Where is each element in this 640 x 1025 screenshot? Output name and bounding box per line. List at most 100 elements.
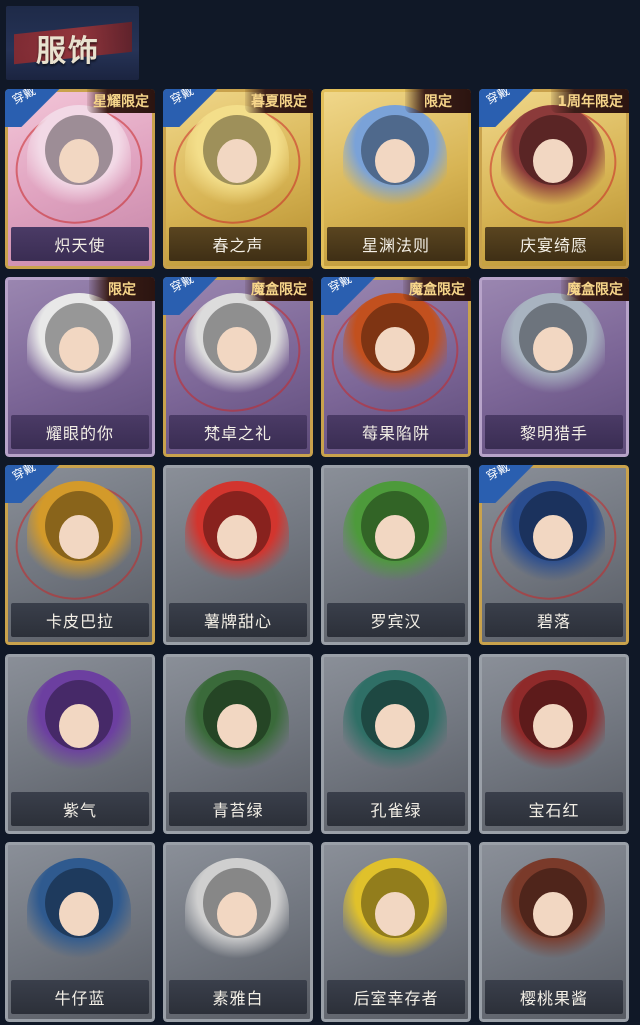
costume-name: 耀眼的你: [45, 424, 114, 443]
costume-name: 莓果陷阱: [361, 424, 430, 443]
limited-badge: 魔盒限定: [403, 277, 471, 301]
costume-card[interactable]: 穿戴卡皮巴拉: [5, 465, 155, 645]
costume-name-bar: 紫气: [11, 792, 149, 826]
character-portrait: [343, 481, 447, 591]
equipped-badge-text: 穿戴: [483, 89, 512, 108]
character-portrait: [343, 105, 447, 215]
limited-badge-text: 魔盒限定: [409, 282, 465, 298]
equipped-badge-text: 穿戴: [9, 89, 38, 108]
equipped-badge-text: 穿戴: [9, 465, 38, 484]
costume-name-bar: 星渊法则: [327, 227, 465, 261]
costume-name-bar: 梵卓之礼: [169, 415, 307, 449]
limited-badge: 星耀限定: [87, 89, 155, 113]
costume-card[interactable]: 素雅白: [163, 842, 313, 1022]
costume-card[interactable]: 魔盒限定黎明猎手: [479, 277, 629, 457]
costume-name-bar: 庆宴绮愿: [485, 227, 623, 261]
costume-name: 碧落: [536, 612, 571, 631]
costume-name: 春之声: [212, 236, 264, 255]
character-portrait: [501, 293, 605, 403]
costume-name: 星渊法则: [361, 236, 430, 255]
costume-card[interactable]: 暮夏限定 穿戴春之声: [163, 89, 313, 269]
equipped-badge: 穿戴: [321, 277, 381, 315]
character-portrait: [501, 858, 605, 968]
equipped-badge-text: 穿戴: [325, 277, 354, 296]
equipped-badge: 穿戴: [5, 89, 65, 127]
costume-card[interactable]: 魔盒限定 穿戴莓果陷阱: [321, 277, 471, 457]
costume-name: 樱桃果酱: [519, 989, 588, 1008]
limited-badge-text: 1周年限定: [557, 94, 623, 110]
costume-name-bar: 薯牌甜心: [169, 603, 307, 637]
character-portrait: [27, 858, 131, 968]
character-portrait: [501, 670, 605, 780]
equipped-badge-text: 穿戴: [167, 277, 196, 296]
costume-name-bar: 樱桃果酱: [485, 980, 623, 1014]
limited-badge-text: 限定: [424, 94, 452, 110]
costume-name-bar: 耀眼的你: [11, 415, 149, 449]
character-portrait: [343, 858, 447, 968]
costume-name: 梵卓之礼: [203, 424, 272, 443]
costume-card[interactable]: 后室幸存者: [321, 842, 471, 1022]
costume-card[interactable]: 1周年限定 穿戴庆宴绮愿: [479, 89, 629, 269]
costume-grid: 星耀限定 穿戴 炽天使 暮夏限定 穿戴 春之声 限定 星渊法则 1周年限定 穿戴 庆宴绮愿 限定 耀眼的…: [5, 89, 635, 1022]
costume-name: 牛仔蓝: [54, 989, 106, 1008]
character-portrait: [27, 293, 131, 403]
limited-badge: 1周年限定: [551, 89, 629, 113]
equipped-badge-text: 穿戴: [167, 89, 196, 108]
costume-card[interactable]: 青苔绿: [163, 654, 313, 834]
costume-name: 黎明猎手: [519, 424, 588, 443]
costume-name-bar: 孔雀绿: [327, 792, 465, 826]
costume-name-bar: 青苔绿: [169, 792, 307, 826]
equipped-badge: 穿戴: [163, 89, 223, 127]
costume-card[interactable]: 星耀限定 穿戴炽天使: [5, 89, 155, 269]
limited-badge-text: 魔盒限定: [567, 282, 623, 298]
costume-name-bar: 宝石红: [485, 792, 623, 826]
costume-name: 罗宾汉: [370, 612, 422, 631]
character-portrait: [185, 858, 289, 968]
costume-card[interactable]: 魔盒限定 穿戴梵卓之礼: [163, 277, 313, 457]
limited-badge: 限定: [405, 89, 471, 113]
costume-card[interactable]: 紫气: [5, 654, 155, 834]
limited-badge: 魔盒限定: [561, 277, 629, 301]
equipped-badge: 穿戴: [163, 277, 223, 315]
costume-name-bar: 素雅白: [169, 980, 307, 1014]
costume-card[interactable]: 穿戴碧落: [479, 465, 629, 645]
costume-card[interactable]: 薯牌甜心: [163, 465, 313, 645]
costume-name: 后室幸存者: [353, 989, 439, 1008]
costume-name-bar: 罗宾汉: [327, 603, 465, 637]
equipped-badge: 穿戴: [479, 465, 539, 503]
costume-name: 炽天使: [54, 236, 106, 255]
costume-name-bar: 碧落: [485, 603, 623, 637]
costume-name-bar: 莓果陷阱: [327, 415, 465, 449]
equipped-badge-text: 穿戴: [483, 465, 512, 484]
character-portrait: [343, 670, 447, 780]
costume-name: 庆宴绮愿: [519, 236, 588, 255]
costume-name-bar: 春之声: [169, 227, 307, 261]
costume-name: 素雅白: [212, 989, 264, 1008]
costume-card[interactable]: 罗宾汉: [321, 465, 471, 645]
costume-name-bar: 牛仔蓝: [11, 980, 149, 1014]
costume-card[interactable]: 限定星渊法则: [321, 89, 471, 269]
section-header: 服饰: [6, 6, 139, 80]
costume-card[interactable]: 宝石红: [479, 654, 629, 834]
equipped-badge: 穿戴: [479, 89, 539, 127]
costume-card[interactable]: 樱桃果酱: [479, 842, 629, 1022]
equipped-badge: 穿戴: [5, 465, 65, 503]
limited-badge-text: 星耀限定: [93, 94, 149, 110]
limited-badge: 暮夏限定: [245, 89, 313, 113]
costume-name: 紫气: [62, 801, 97, 820]
limited-badge: 魔盒限定: [245, 277, 313, 301]
character-portrait: [185, 481, 289, 591]
limited-badge-text: 魔盒限定: [251, 282, 307, 298]
costume-card[interactable]: 牛仔蓝: [5, 842, 155, 1022]
costume-name: 薯牌甜心: [203, 612, 272, 631]
limited-badge-text: 暮夏限定: [251, 94, 307, 110]
costume-name-bar: 卡皮巴拉: [11, 603, 149, 637]
costume-name-bar: 炽天使: [11, 227, 149, 261]
character-portrait: [27, 670, 131, 780]
costume-card[interactable]: 孔雀绿: [321, 654, 471, 834]
costume-name: 宝石红: [528, 801, 580, 820]
costume-card[interactable]: 限定 耀眼的你: [5, 277, 155, 457]
costume-name: 卡皮巴拉: [45, 612, 114, 631]
character-portrait: [185, 670, 289, 780]
costume-name-bar: 后室幸存者: [327, 980, 465, 1014]
